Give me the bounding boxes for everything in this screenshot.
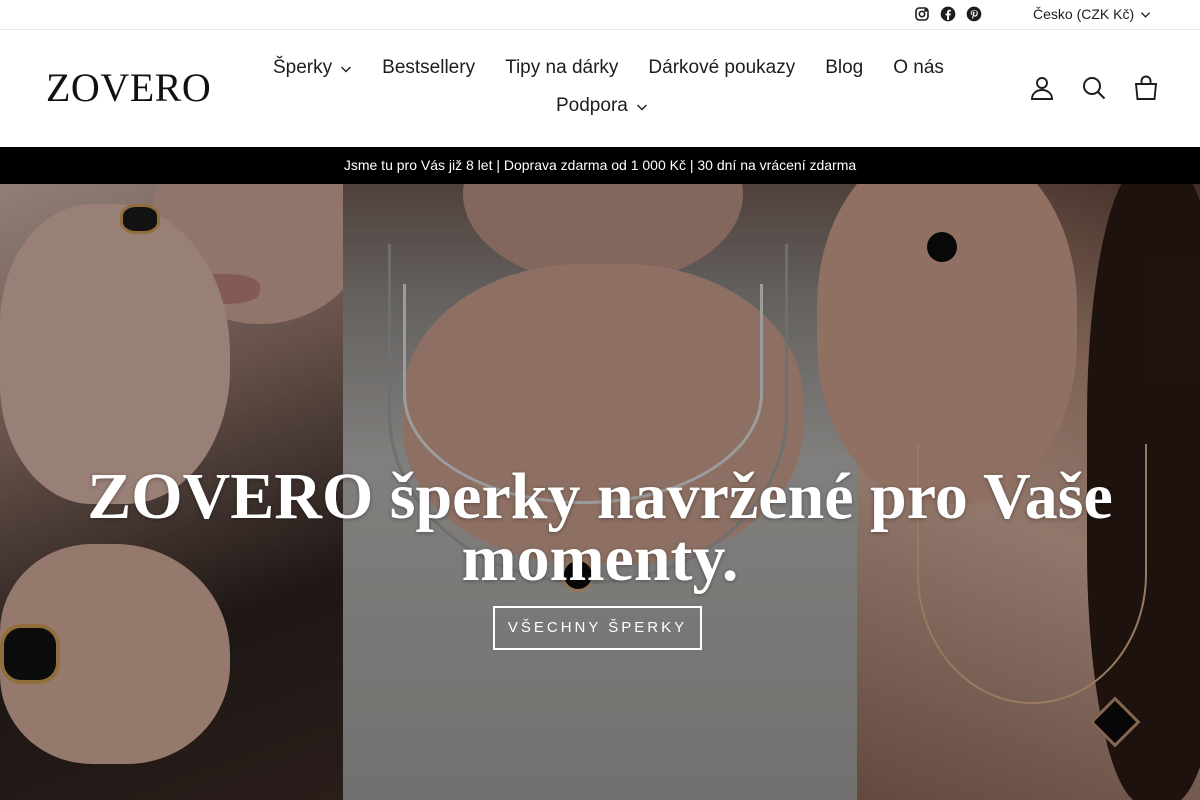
all-jewelry-button[interactable]: VŠECHNY ŠPERKY	[493, 606, 702, 650]
nav-label: Bestsellery	[382, 57, 476, 78]
site-header: ZOVERO Šperky Bestsellery Tipy na dárky …	[0, 31, 1200, 147]
nav-label: Podpora	[556, 95, 628, 116]
account-icon[interactable]	[1030, 75, 1054, 101]
main-nav-row-2: Podpora	[556, 95, 648, 117]
instagram-icon[interactable]	[914, 6, 930, 22]
nav-label: Tipy na dárky	[505, 57, 619, 78]
chevron-down-icon	[1141, 11, 1151, 18]
nav-item-sperky[interactable]: Šperky	[273, 57, 352, 79]
nav-label: Dárkové poukazy	[648, 57, 796, 78]
facebook-icon[interactable]	[940, 6, 956, 22]
cart-icon[interactable]	[1134, 75, 1158, 101]
announcement-bar: Jsme tu pro Vás již 8 let | Doprava zdar…	[0, 147, 1200, 184]
nav-label: O nás	[893, 57, 944, 78]
search-icon[interactable]	[1082, 75, 1106, 101]
main-nav: Šperky Bestsellery Tipy na dárky Dárkové…	[273, 57, 944, 79]
nav-item-darkove-poukazy[interactable]: Dárkové poukazy	[648, 57, 795, 79]
nav-item-o-nas[interactable]: O nás	[893, 57, 944, 79]
hero-title: ZOVERO šperky navržené pro Vaše momenty.	[87, 460, 1113, 595]
nav-label: Šperky	[273, 57, 333, 78]
hero-banner: ZOVERO šperky navržené pro Vaše momenty.…	[0, 184, 1200, 800]
nav-item-blog[interactable]: Blog	[825, 57, 863, 79]
header-actions	[1030, 75, 1158, 101]
nav-item-podpora[interactable]: Podpora	[556, 95, 648, 117]
nav-item-tipy-na-darky[interactable]: Tipy na dárky	[505, 57, 618, 79]
utility-bar: Česko (CZK Kč)	[0, 0, 1200, 30]
nav-item-bestsellery[interactable]: Bestsellery	[382, 57, 475, 79]
chevron-down-icon	[341, 66, 352, 73]
social-links	[914, 6, 982, 22]
pinterest-icon[interactable]	[966, 6, 982, 22]
chevron-down-icon	[636, 104, 647, 111]
site-logo[interactable]: ZOVERO	[46, 64, 211, 111]
currency-label: Česko (CZK Kč)	[1033, 6, 1135, 22]
nav-label: Blog	[825, 57, 864, 78]
currency-selector[interactable]: Česko (CZK Kč)	[1033, 6, 1151, 22]
